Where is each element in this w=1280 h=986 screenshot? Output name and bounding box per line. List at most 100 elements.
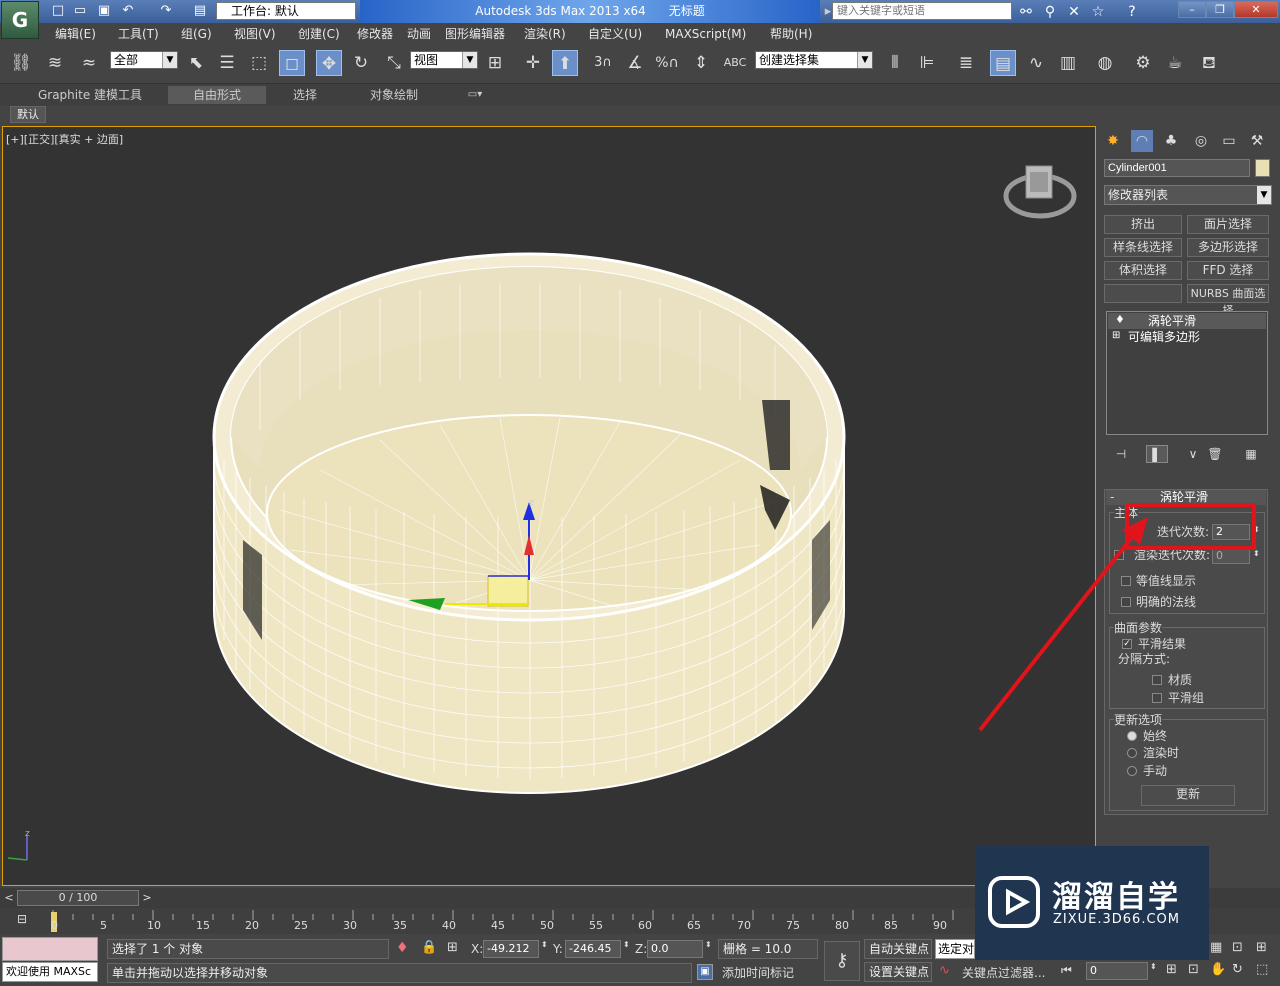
zoom-region-icon[interactable]: ⊡: [1232, 940, 1243, 955]
rendered-frame-icon[interactable]: ☕: [1162, 50, 1188, 76]
remove-modifier-icon[interactable]: 🗑: [1204, 445, 1226, 463]
explicit-normals-checkbox[interactable]: [1121, 597, 1131, 607]
create-tab-icon[interactable]: ✸: [1102, 130, 1124, 152]
stack-item-turbosmooth[interactable]: 涡轮平滑: [1148, 314, 1196, 328]
current-frame-field[interactable]: 0: [1086, 962, 1148, 980]
materials-checkbox[interactable]: [1152, 675, 1162, 685]
absolute-mode-icon[interactable]: ⊞: [447, 940, 458, 955]
x-value: -49.212: [487, 942, 530, 955]
set-key-button[interactable]: 设置关键点: [864, 962, 932, 982]
modify-tab-icon[interactable]: ◠: [1131, 130, 1153, 152]
spinner-arrows-icon[interactable]: ⬍: [705, 940, 712, 949]
extrude-modifier-button[interactable]: 挤出: [1104, 215, 1182, 234]
track-tick-label: 50: [540, 919, 554, 932]
prev-frame-arrow-icon[interactable]: <: [2, 890, 16, 906]
track-tick-label: 65: [687, 919, 701, 932]
add-time-tag[interactable]: 添加时间标记: [722, 966, 794, 980]
spline-select-button[interactable]: 样条线选择: [1104, 238, 1182, 257]
configure-modifier-sets-icon[interactable]: ▦: [1240, 445, 1262, 463]
track-tick-label: 30: [343, 919, 357, 932]
spinner-arrows-icon[interactable]: ⬍: [1150, 962, 1157, 971]
next-frame-arrow-icon[interactable]: >: [140, 890, 154, 906]
spinner-arrows-icon[interactable]: ⬍: [1253, 547, 1260, 561]
vol-select-button[interactable]: 体积选择: [1104, 261, 1182, 280]
ffd-select-button[interactable]: FFD 选择: [1187, 261, 1269, 280]
viewport-scene: z z: [7, 165, 1077, 861]
key-filters-button[interactable]: 关键点过滤器...: [962, 966, 1045, 980]
maxscript-listener-box[interactable]: [2, 937, 98, 961]
watermark-url: ZIXUE.3D66.COM: [1053, 912, 1180, 927]
modifier-list-dropdown[interactable]: 修改器列表 ▼: [1104, 185, 1272, 205]
always-radio[interactable]: [1127, 731, 1137, 741]
collapse-minus-icon[interactable]: -: [1110, 490, 1114, 504]
motion-tab-icon[interactable]: ◎: [1190, 130, 1212, 152]
close-button[interactable]: ✕: [1234, 1, 1278, 18]
minimize-button[interactable]: –: [1178, 1, 1206, 18]
empty-modifier-button[interactable]: [1104, 284, 1182, 303]
smoothing-groups-checkbox[interactable]: [1152, 693, 1162, 703]
isoline-checkbox[interactable]: [1121, 576, 1131, 586]
patch-select-button[interactable]: 面片选择: [1187, 215, 1269, 234]
iterations-value: 2: [1216, 525, 1223, 538]
maxscript-mini-listener[interactable]: 欢迎使用 MAXSc: [2, 962, 98, 982]
set-key-icon[interactable]: ⚷: [824, 941, 860, 981]
render-teapot-icon[interactable]: ⛾: [1196, 50, 1222, 76]
utilities-tab-icon[interactable]: ⚒: [1246, 130, 1268, 152]
orbit-icon[interactable]: ↻: [1232, 962, 1243, 977]
auto-key-button[interactable]: 自动关键点: [864, 939, 932, 959]
render-iters-spinner[interactable]: 0: [1212, 548, 1250, 564]
track-tick-label: 15: [196, 919, 210, 932]
restore-button[interactable]: ❐: [1206, 1, 1234, 18]
expand-plus-icon[interactable]: ⊞: [1112, 330, 1120, 341]
pan-hand-icon[interactable]: ✋: [1210, 962, 1226, 977]
update-button[interactable]: 更新: [1141, 785, 1235, 806]
spinner-arrows-icon[interactable]: ⬍: [1253, 523, 1260, 537]
time-slider-thumb[interactable]: 0 / 100: [17, 890, 139, 906]
render-iters-checkbox[interactable]: [1114, 550, 1124, 560]
pin-stack-icon[interactable]: ⊣: [1110, 445, 1132, 463]
spinner-arrows-icon[interactable]: ⬍: [623, 940, 630, 949]
zoom-all-icon[interactable]: ⊞: [1256, 940, 1267, 955]
iterations-label: 迭代次数:: [1157, 525, 1210, 539]
time-tag-icon[interactable]: ▣: [697, 964, 713, 980]
track-tick-label: 90: [933, 919, 947, 932]
help-icon[interactable]: ?: [1123, 3, 1141, 21]
nurbs-surface-select-button[interactable]: NURBS 曲面选择: [1187, 284, 1269, 317]
tripod-z-label: z: [25, 829, 30, 839]
zoom-extents-icon[interactable]: ⊡: [1188, 962, 1199, 977]
track-tick-label: 10: [147, 919, 161, 932]
mini-curve-editor-icon[interactable]: ⊟: [12, 912, 32, 928]
display-tab-icon[interactable]: ▭: [1218, 130, 1240, 152]
maximize-viewport-icon[interactable]: ⬚: [1256, 962, 1268, 977]
track-tick-label: 75: [786, 919, 800, 932]
track-tick-label: 40: [442, 919, 456, 932]
make-unique-icon[interactable]: ∨: [1182, 445, 1204, 463]
render-setup-icon[interactable]: ⚙: [1130, 50, 1156, 76]
object-color-swatch[interactable]: [1255, 159, 1270, 177]
track-tick-label: 70: [737, 919, 751, 932]
when-rendering-radio[interactable]: [1127, 748, 1137, 758]
track-tick-label: 0: [51, 919, 58, 932]
iterations-spinner[interactable]: 2: [1212, 524, 1250, 540]
show-end-result-icon[interactable]: ▌: [1146, 445, 1168, 463]
x-coordinate-field[interactable]: -49.212: [483, 940, 539, 958]
lightbulb-icon[interactable]: ♦: [1115, 313, 1125, 326]
hierarchy-tab-icon[interactable]: ♣: [1160, 130, 1182, 152]
stack-item-editable-poly[interactable]: 可编辑多边形: [1128, 330, 1200, 344]
y-coordinate-field[interactable]: -246.45: [565, 940, 621, 958]
field-of-view-icon[interactable]: ▦: [1210, 940, 1222, 955]
poly-select-button[interactable]: 多边形选择: [1187, 238, 1269, 257]
smooth-result-checkbox[interactable]: ✓: [1122, 639, 1132, 649]
lock-selection-icon[interactable]: 🔒: [421, 940, 437, 955]
goto-start-icon[interactable]: ⏮: [1061, 963, 1072, 978]
selected-set-dropdown[interactable]: 选定对: [935, 939, 975, 959]
object-name-field[interactable]: [1104, 159, 1250, 177]
track-tick-label: 80: [835, 919, 849, 932]
z-coordinate-field[interactable]: 0.0: [647, 940, 703, 958]
track-tick-label: 85: [884, 919, 898, 932]
viewcube[interactable]: [1003, 165, 1077, 219]
manually-radio[interactable]: [1127, 766, 1137, 776]
spinner-arrows-icon[interactable]: ⬍: [541, 940, 548, 949]
time-config-icon[interactable]: ⊞: [1166, 962, 1177, 977]
isolate-bulb-icon[interactable]: ♦: [396, 940, 409, 956]
